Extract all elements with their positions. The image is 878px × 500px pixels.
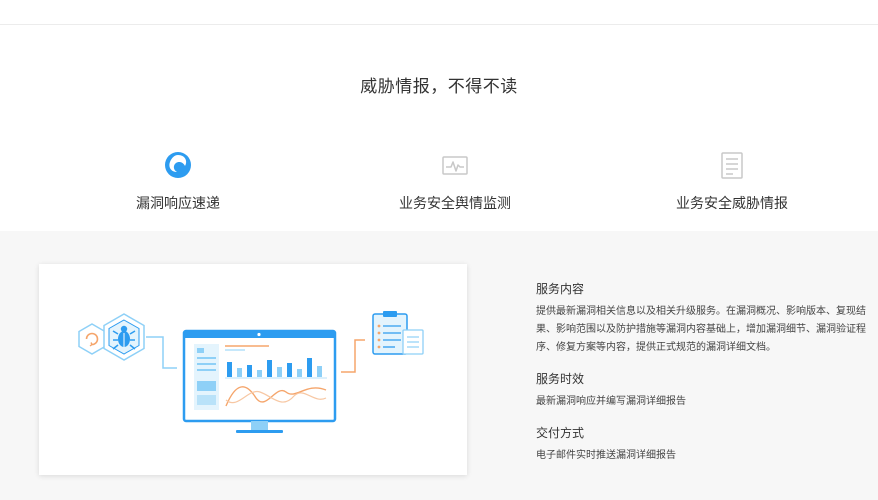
delivery-method-title: 交付方式 (536, 426, 585, 440)
bug-hexagon-icon (103, 313, 145, 361)
tab-vulnerability-response[interactable]: 漏洞响应速递 (78, 150, 278, 213)
document-lines-icon (721, 152, 743, 179)
service-details: 服务内容 提供最新漏洞相关信息以及相关升级服务。在漏洞概况、影响版本、复现结果、… (536, 280, 878, 465)
refresh-hexagon-icon (78, 323, 106, 355)
vulnerability-illustration (78, 311, 424, 433)
tab-label: 业务安全威胁情报 (676, 195, 788, 211)
monitor-illustration (182, 329, 337, 433)
service-content-title: 服务内容 (536, 282, 585, 296)
service-content-text: 提供最新漏洞相关信息以及相关升级服务。在漏洞概况、影响版本、复现结果、影响范围以… (536, 306, 866, 353)
clipboard-report-icon (372, 311, 424, 355)
tab-threat-intelligence[interactable]: 业务安全威胁情报 (632, 150, 832, 213)
delivery-method-text: 电子邮件实时推送漏洞详细报告 (536, 450, 676, 461)
top-divider (0, 24, 878, 25)
illustration-card (39, 264, 467, 475)
service-timeliness-text: 最新漏洞响应并编写漏洞详细报告 (536, 396, 686, 407)
service-timeliness-title: 服务时效 (536, 372, 585, 386)
monitor-pulse-icon (442, 156, 468, 175)
page-title: 威胁情报，不得不读 (360, 77, 518, 96)
tab-label: 业务安全舆情监测 (399, 195, 511, 211)
tab-sentiment-monitoring[interactable]: 业务安全舆情监测 (355, 150, 555, 213)
tab-label: 漏洞响应速递 (136, 195, 220, 211)
swirl-logo-icon (165, 152, 191, 178)
